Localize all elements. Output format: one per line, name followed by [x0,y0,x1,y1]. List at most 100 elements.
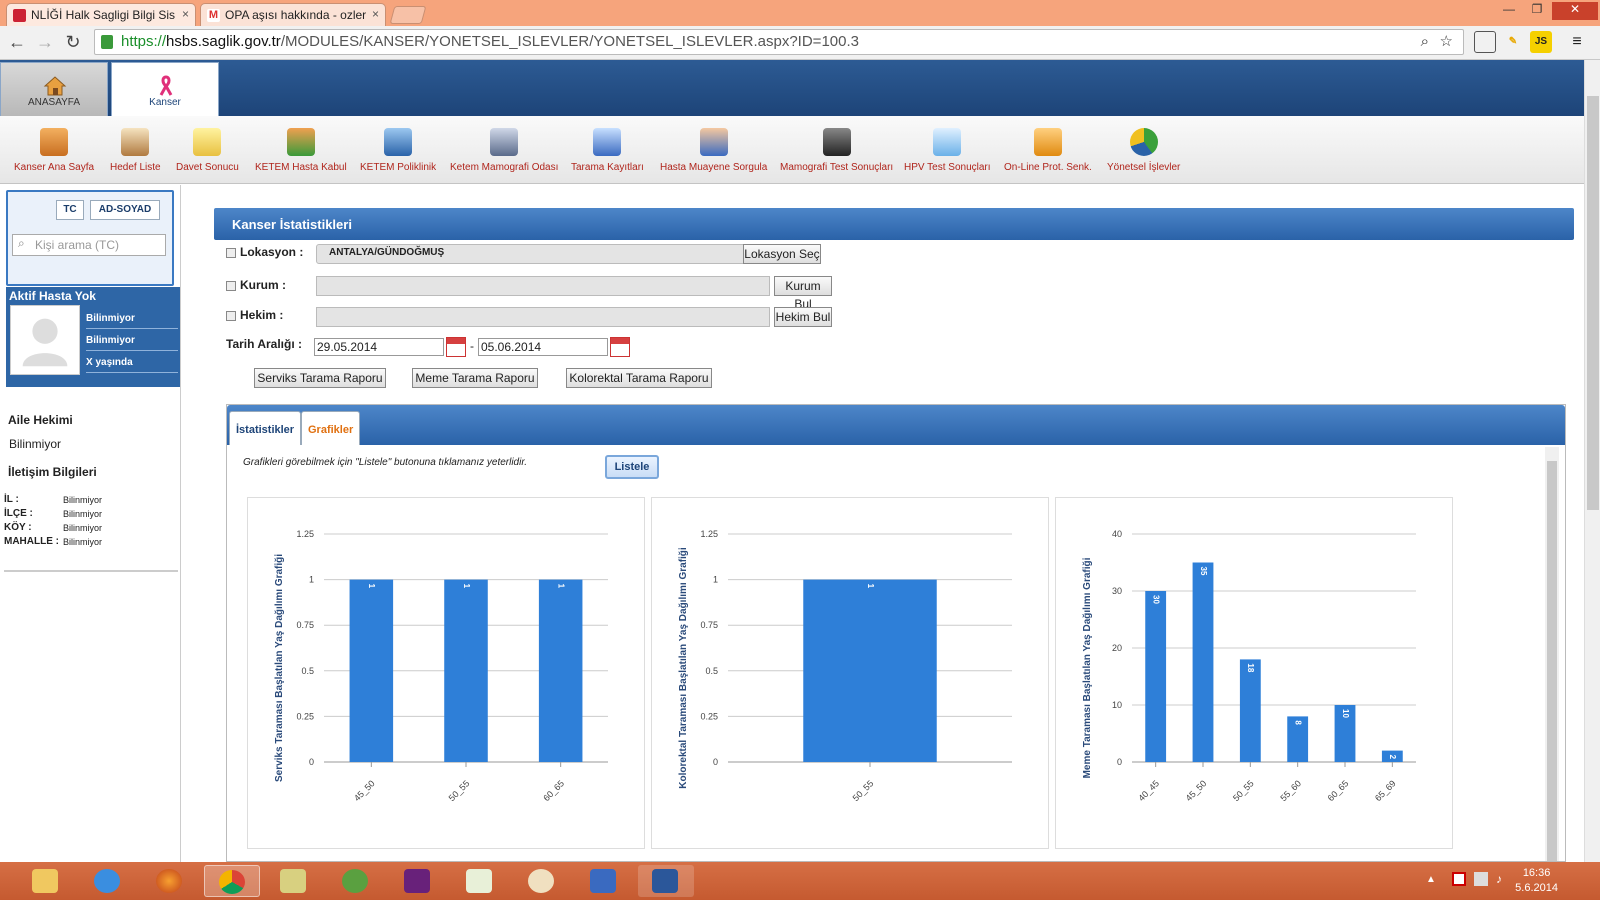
clock-time: 16:36 [1522,867,1551,879]
tab-anasayfa[interactable]: ANASAYFA [0,62,108,116]
visual-studio-icon [404,869,430,893]
bar-value-label: 8 [1294,720,1303,725]
close-window-icon[interactable]: ✕ [1552,2,1598,20]
show-hidden-icons-icon[interactable]: ▲ [1426,874,1436,885]
calendar-icon[interactable] [610,337,630,357]
close-tab-icon[interactable]: × [182,7,189,21]
menu-icon[interactable]: ≡ [1566,31,1588,53]
bar [538,579,583,762]
word-icon [652,869,678,893]
bar [349,579,394,762]
x-tick-label: 45_50 [352,778,377,803]
reload-icon[interactable]: ↻ [62,31,84,53]
y-axis-label: Kolorektal Taraması Başlatılan Yaş Dağıl… [678,547,689,789]
page-scrollbar-thumb[interactable] [1587,96,1599,510]
toolbar-davet-sonucu[interactable]: Davet Sonucu [176,128,239,173]
inner-scrollbar-thumb[interactable] [1547,461,1557,861]
tab-istatistikler[interactable]: İstatistikler [229,411,302,445]
toolbar-ketem-poliklinik[interactable]: KETEM Poliklinik [360,128,436,173]
bar [444,579,488,762]
url-scheme: https:// [121,33,167,50]
taskbar-ie[interactable] [80,865,136,897]
js-extension-icon[interactable]: JS [1530,31,1552,53]
new-tab-button[interactable] [389,6,427,24]
flag-icon[interactable] [1452,872,1466,886]
toolbar-mamografi-test-sonuclari[interactable]: Mamografi Test Sonuçları [780,128,893,173]
toolbar-hedef-liste[interactable]: Hedef Liste [110,128,161,173]
taskbar-explorer[interactable] [18,865,74,897]
meme-tarama-raporu-button[interactable]: Meme Tarama Raporu [412,368,538,388]
address-bar[interactable]: https://hsbs.saglik.gov.tr/MODULES/KANSE… [94,29,1464,55]
kurum-row: Kurum : [226,278,286,292]
pie-chart-icon [1129,128,1158,156]
bar-value-label: 30 [1152,595,1161,604]
gmail-icon: M [207,9,220,22]
taskbar-visual-studio[interactable] [390,865,446,897]
taskbar-paint[interactable] [514,865,570,897]
adsoyad-toggle-button[interactable]: AD-SOYAD [90,200,160,220]
browser-toolbar: ← → ↻ https://hsbs.saglik.gov.tr/MODULES… [0,26,1600,60]
hekim-checkbox[interactable] [226,310,236,321]
taskbar-firefox[interactable] [142,865,198,897]
toolbar-ketem-mamografi-odasi[interactable]: Ketem Mamografi Odası [450,128,558,173]
taskbar-chart-app[interactable] [452,865,508,897]
toolbar-yonetsel-islevler[interactable]: Yönetsel İşlevler [1107,128,1180,173]
toolbar-hasta-muayene-sorgula[interactable]: Hasta Muayene Sorgula [660,128,767,173]
contact-key: KÖY : [4,522,32,533]
toolbar-ketem-hasta-kabul[interactable]: KETEM Hasta Kabul [255,128,347,173]
taskbar-remote-desktop[interactable] [576,865,632,897]
mammography-icon [490,128,519,156]
listele-button[interactable]: Listele [605,455,659,479]
tab-grafikler[interactable]: Grafikler [301,411,361,445]
paint-palette-icon [528,869,554,893]
toolbar-tarama-kayitlari[interactable]: Tarama Kayıtları [571,128,644,173]
taskbar-tools[interactable] [266,865,322,897]
zoom-icon[interactable]: ⌕ [1421,30,1429,54]
pencil-extension-icon[interactable]: ✎ [1502,31,1524,53]
kurum-field[interactable] [316,276,770,296]
network-icon[interactable] [1474,872,1488,886]
taskbar-chrome[interactable] [204,865,260,897]
restore-icon[interactable]: ❐ [1524,2,1550,20]
calendar-icon[interactable] [446,337,466,357]
clock[interactable]: 16:36 5.6.2014 [1515,866,1558,896]
extension-icon[interactable] [1474,31,1496,53]
app-header: ANASAYFA Kanser [0,60,1584,116]
patient-search-input[interactable]: ⌕ Kişi arama (TC) [12,234,166,256]
hekim-bul-button[interactable]: Hekim Bul [774,307,832,327]
date-from-input[interactable]: 29.05.2014 [314,338,444,356]
kurum-bul-button[interactable]: Kurum Bul [774,276,832,311]
lokasyon-checkbox[interactable] [226,247,236,258]
folder-icon [32,869,58,893]
minimize-icon[interactable]: — [1496,2,1522,20]
bar-value-label: 1 [557,584,566,589]
hekim-field[interactable] [316,307,770,327]
taskbar-word[interactable] [638,865,694,897]
serviks-tarama-raporu-button[interactable]: Serviks Tarama Raporu [254,368,386,388]
kolorektal-tarama-raporu-button[interactable]: Kolorektal Tarama Raporu [566,368,712,388]
page-scrollbar[interactable] [1584,60,1600,862]
tc-toggle-button[interactable]: TC [56,200,84,220]
tab-kanser[interactable]: Kanser [111,62,219,116]
date-to-input[interactable]: 05.06.2014 [478,338,608,356]
browser-tab-active[interactable]: NLİĞİ Halk Sagligi Bilgi Sis × [6,3,196,26]
bookmark-star-icon[interactable]: ☆ [1440,30,1453,54]
browser-tab-gmail[interactable]: M OPA aşısı hakkında - ozler × [200,3,386,26]
y-tick-label: 0 [309,757,314,767]
toolbar-kanser-ana-sayfa[interactable]: Kanser Ana Sayfa [14,128,94,173]
taskbar-frog-app[interactable] [328,865,384,897]
kurum-checkbox[interactable] [226,280,236,291]
close-tab-icon[interactable]: × [372,7,379,21]
browser-tab-title: OPA aşısı hakkında - ozler [225,8,367,22]
y-tick-label: 1 [713,575,718,585]
hekim-row: Hekim : [226,308,283,322]
site-favicon-icon [13,9,26,22]
lokasyon-sec-button[interactable]: Lokasyon Seç [743,244,821,264]
firefox-icon [156,869,182,893]
forward-icon[interactable]: → [34,31,56,53]
back-icon[interactable]: ← [6,31,28,53]
volume-icon[interactable]: ♪ [1496,872,1510,886]
toolbar-hpv-test-sonuclari[interactable]: HPV Test Sonuçları [904,128,991,173]
toolbar-online-prot-senk[interactable]: On-Line Prot. Senk. [1004,128,1092,173]
contact-key: İLÇE : [4,508,33,519]
